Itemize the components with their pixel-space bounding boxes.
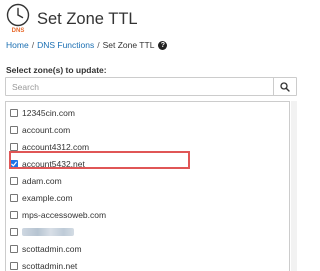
breadcrumb-home-link[interactable]: Home — [6, 40, 29, 50]
zone-checkbox[interactable] — [10, 126, 18, 134]
select-zones-label: Select zone(s) to update: — [6, 65, 107, 75]
zone-option-selected[interactable]: account5432.net — [6, 157, 289, 171]
zone-name: scottadmin.com — [22, 244, 82, 254]
page-title: Set Zone TTL — [37, 10, 138, 28]
zone-list-scrollbar[interactable] — [291, 101, 297, 271]
zone-option[interactable]: adam.com — [6, 174, 289, 188]
search-button[interactable] — [273, 78, 296, 95]
zone-checkbox[interactable] — [10, 228, 18, 236]
zone-checkbox[interactable] — [10, 194, 18, 202]
zone-checkbox-checked[interactable] — [10, 160, 18, 168]
zone-name: account4312.com — [22, 142, 90, 152]
breadcrumb-current: Set Zone TTL — [102, 40, 155, 50]
breadcrumb: Home / DNS Functions / Set Zone TTL ? — [6, 40, 168, 50]
page-header: DNS Set Zone TTL — [0, 0, 300, 34]
breadcrumb-separator: / — [97, 40, 100, 50]
zone-checkbox[interactable] — [10, 143, 18, 151]
zone-checkbox[interactable] — [10, 211, 18, 219]
zone-option-redacted[interactable] — [6, 225, 289, 239]
zone-option[interactable]: scottadmin.com — [6, 242, 289, 256]
checkmark-icon — [11, 161, 17, 167]
zone-name: scottadmin.net — [22, 261, 78, 271]
zone-name: example.com — [22, 193, 73, 203]
zone-name: mps-accessoweb.com — [22, 210, 107, 220]
zone-checkbox[interactable] — [10, 177, 18, 185]
zone-search-input[interactable] — [6, 78, 273, 95]
zone-name: account5432.net — [22, 159, 85, 169]
zone-checkbox[interactable] — [10, 262, 18, 270]
zone-checkbox[interactable] — [10, 245, 18, 253]
zone-checkbox[interactable] — [10, 109, 18, 117]
zone-name: account.com — [22, 125, 71, 135]
dns-clock-icon: DNS — [6, 3, 30, 34]
redacted-zone-name — [22, 228, 74, 236]
breadcrumb-separator: / — [31, 40, 35, 50]
zone-search — [5, 77, 297, 96]
zone-option[interactable]: account.com — [6, 123, 289, 137]
magnifier-icon — [280, 81, 290, 92]
breadcrumb-dns-functions-link[interactable]: DNS Functions — [37, 40, 94, 50]
help-icon[interactable]: ? — [158, 40, 168, 50]
zone-option[interactable]: example.com — [6, 191, 289, 205]
zone-name: adam.com — [22, 176, 62, 186]
dns-badge: DNS — [12, 28, 25, 34]
zone-option[interactable]: mps-accessoweb.com — [6, 208, 289, 222]
zone-list: 12345cin.com account.com account4312.com… — [5, 101, 290, 271]
zone-option[interactable]: 12345cin.com — [6, 106, 289, 120]
zone-name: 12345cin.com — [22, 108, 75, 118]
zone-option[interactable]: account4312.com — [6, 140, 289, 154]
zone-option[interactable]: scottadmin.net — [6, 259, 289, 271]
